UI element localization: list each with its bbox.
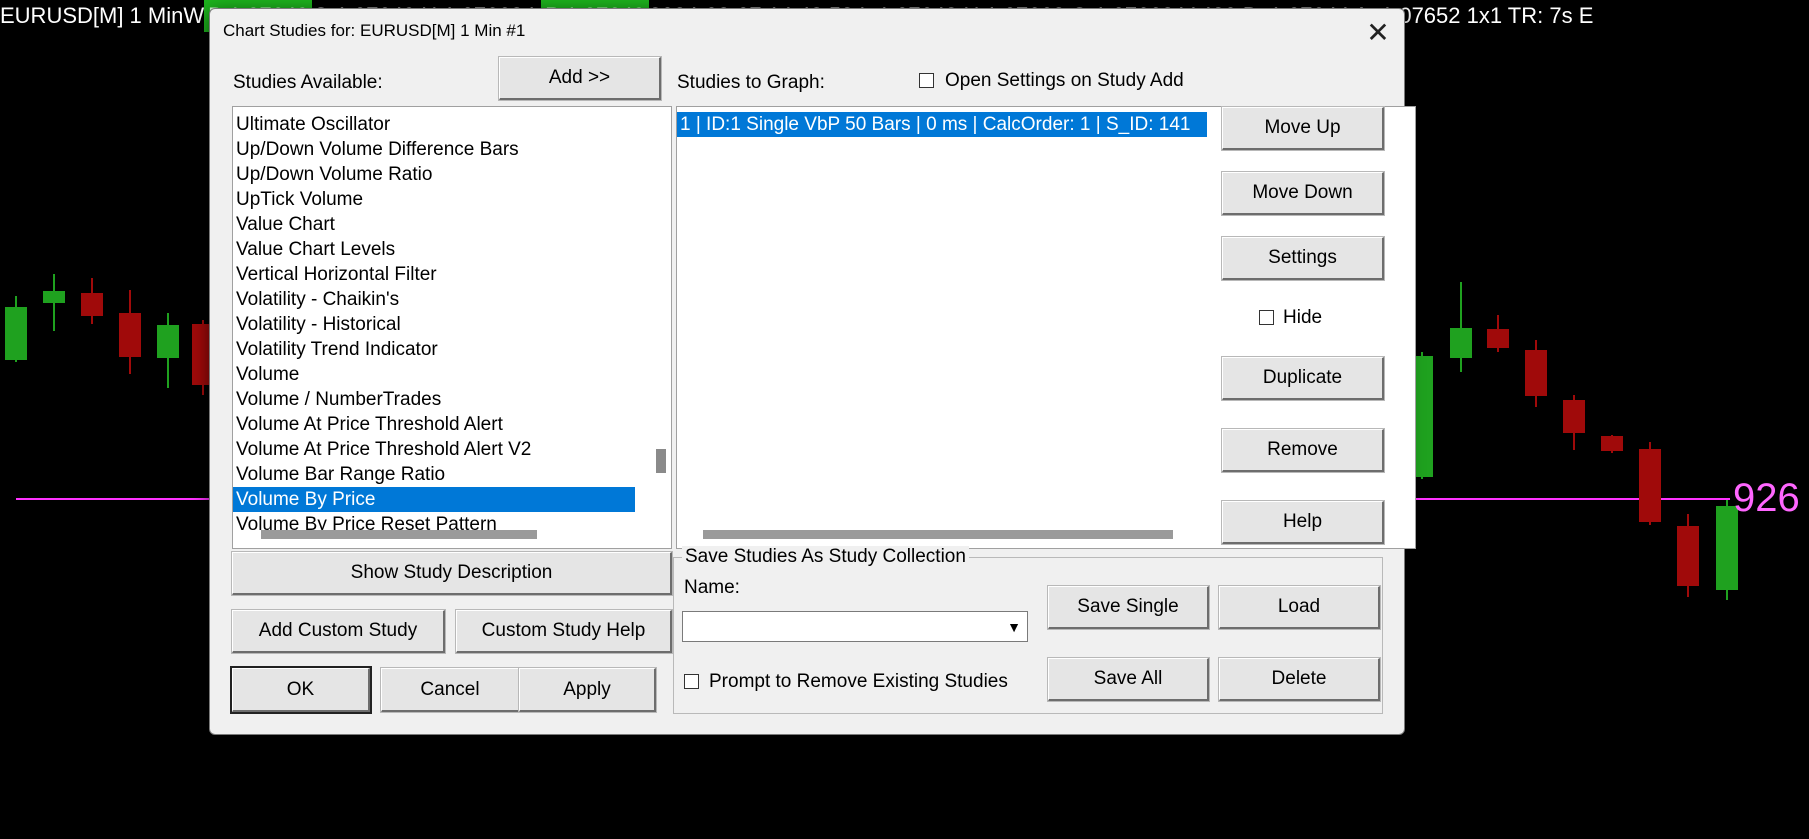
available-study-item[interactable]: Vertical Horizontal Filter <box>233 262 635 287</box>
studies-to-graph-label: Studies to Graph: <box>677 72 825 93</box>
studies-available-list[interactable]: Ultimate Oscillator Up/Down Volume Differ… <box>232 106 672 549</box>
hide-checkbox[interactable] <box>1259 310 1274 325</box>
studies-available-label: Studies Available: <box>233 72 383 93</box>
custom-study-help-button[interactable]: Custom Study Help <box>455 609 673 654</box>
apply-button[interactable]: Apply <box>518 667 657 713</box>
chart-header-obscured-text: W <box>183 3 205 28</box>
save-single-button[interactable]: Save Single <box>1047 585 1210 630</box>
open-settings-checkbox[interactable] <box>919 73 934 88</box>
available-study-item[interactable]: Ultimate Oscillator <box>233 112 635 137</box>
candle-body <box>5 307 27 360</box>
open-settings-label: Open Settings on Study Add <box>945 70 1184 91</box>
dialog-title: Chart Studies for: EURUSD[M] 1 Min #1 <box>223 21 526 40</box>
candle-body <box>43 291 65 303</box>
candle-body <box>1677 526 1699 586</box>
close-button[interactable]: ✕ <box>1360 15 1396 51</box>
available-study-item[interactable]: Up/Down Volume Ratio <box>233 162 635 187</box>
add-custom-study-button[interactable]: Add Custom Study <box>231 609 446 654</box>
move-down-button[interactable]: Move Down <box>1221 171 1385 216</box>
graph-list-hscroll-thumb[interactable] <box>703 530 1173 539</box>
study-collection-group-label: Save Studies As Study Collection <box>682 546 969 568</box>
candle-body <box>157 325 179 358</box>
candle-body <box>81 293 103 316</box>
chart-studies-dialog: Chart Studies for: EURUSD[M] 1 Min #1 ✕ … <box>209 8 1416 735</box>
available-study-item[interactable]: Volume At Price Threshold Alert <box>233 412 635 437</box>
cancel-button[interactable]: Cancel <box>380 667 521 713</box>
load-button[interactable]: Load <box>1218 585 1381 630</box>
collection-name-label: Name: <box>684 577 740 598</box>
remove-button[interactable]: Remove <box>1221 428 1385 473</box>
hide-label: Hide <box>1283 307 1323 328</box>
studies-to-graph-items: 1 | ID:1 Single VbP 50 Bars | 0 ms | Cal… <box>677 112 1207 137</box>
graph-study-item[interactable]: 1 | ID:1 Single VbP 50 Bars | 0 ms | Cal… <box>677 112 1207 137</box>
available-study-item[interactable]: Volume / NumberTrades <box>233 387 635 412</box>
close-icon: ✕ <box>1366 17 1390 48</box>
available-study-item[interactable]: UpTick Volume <box>233 187 635 212</box>
candle-body <box>1525 350 1547 396</box>
prompt-remove-checkbox[interactable] <box>684 674 699 689</box>
available-study-item[interactable]: Volume At Price Threshold Alert V2 <box>233 437 635 462</box>
available-study-item[interactable]: Value Chart Levels <box>233 237 635 262</box>
studies-available-items: Ultimate Oscillator Up/Down Volume Differ… <box>233 112 635 537</box>
available-study-item[interactable]: Value Chart <box>233 212 635 237</box>
candle-body <box>1563 400 1585 433</box>
move-up-button[interactable]: Move Up <box>1221 106 1385 151</box>
available-study-item[interactable]: Volatility Trend Indicator <box>233 337 635 362</box>
candle-body <box>1601 436 1623 451</box>
available-study-item[interactable]: Volatility - Historical <box>233 312 635 337</box>
available-list-vscroll-thumb[interactable] <box>656 449 666 473</box>
add-study-button[interactable]: Add >> <box>498 56 662 101</box>
candle-body <box>1639 449 1661 522</box>
available-study-item[interactable]: Volume Bar Range Ratio <box>233 462 635 487</box>
delete-button[interactable]: Delete <box>1218 657 1381 702</box>
save-all-button[interactable]: Save All <box>1047 657 1210 702</box>
candle-body <box>119 313 141 357</box>
settings-button[interactable]: Settings <box>1221 236 1385 281</box>
candle-body <box>1450 328 1472 358</box>
available-study-item[interactable]: Volatility - Chaikin's <box>233 287 635 312</box>
collection-name-combobox[interactable]: ▼ <box>682 611 1028 642</box>
ok-button[interactable]: OK <box>230 666 372 714</box>
prompt-remove-label: Prompt to Remove Existing Studies <box>709 671 1008 692</box>
available-study-item[interactable]: Up/Down Volume Difference Bars <box>233 137 635 162</box>
duplicate-button[interactable]: Duplicate <box>1221 356 1385 401</box>
available-study-item[interactable]: Volume <box>233 362 635 387</box>
available-study-item[interactable]: Volume By Price <box>233 487 635 512</box>
price-line-label: 926 <box>1733 476 1800 520</box>
show-study-description-button[interactable]: Show Study Description <box>231 551 673 596</box>
help-button[interactable]: Help <box>1221 500 1385 545</box>
candle-body <box>1487 329 1509 348</box>
chevron-down-icon[interactable]: ▼ <box>1001 612 1027 641</box>
chart-symbol-text: EURUSD[M] 1 Min <box>0 3 184 28</box>
available-list-hscroll-thumb[interactable] <box>261 530 537 539</box>
